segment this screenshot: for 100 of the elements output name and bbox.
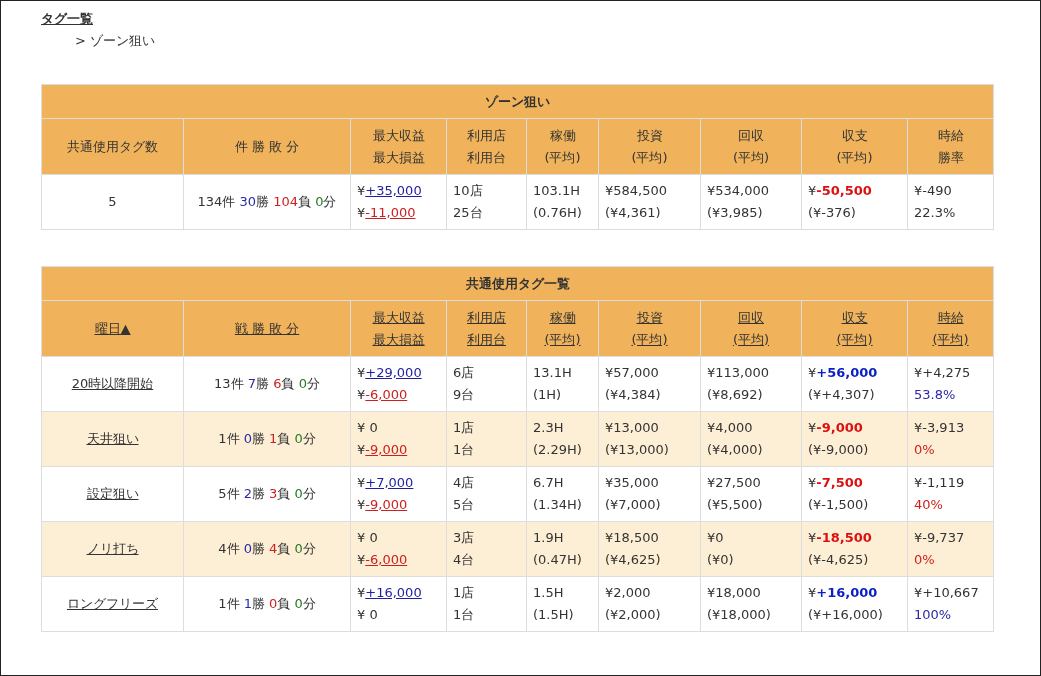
amount-link[interactable]: -9,000 [365, 494, 408, 516]
amount-text: ¥ 0 [357, 419, 378, 437]
currency-sign: ¥ [357, 386, 366, 404]
currency-sign: ¥ [357, 204, 366, 222]
column-header: 回収 (平均) [700, 118, 802, 175]
value-text: 13.1H (1H) [533, 364, 573, 404]
sort-link[interactable]: 戦 勝 敗 分 [234, 317, 300, 340]
hourly-wage: ¥-3,913 [914, 419, 966, 437]
hourly-wage: ¥+10,667 [914, 584, 980, 602]
tag-link[interactable]: 20時以降開始 [71, 376, 154, 391]
tag-link[interactable]: 設定狙い [86, 486, 139, 501]
table-title: 共通使用タグ一覧 [41, 266, 994, 301]
amount-link[interactable]: +16,000 [365, 582, 422, 604]
sort-link[interactable]: 回収 (平均) [732, 306, 770, 351]
amount-link[interactable]: -11,000 [365, 202, 416, 224]
sort-link[interactable]: 最大収益 最大損益 [372, 306, 425, 351]
column-header: 稼働 (平均) [526, 118, 599, 175]
balance-total: ¥-9,000 [808, 419, 864, 437]
amount-link[interactable]: +7,000 [365, 472, 414, 494]
win-rate: 0% [914, 551, 936, 569]
balance-average: (¥-376) [808, 204, 857, 222]
value-text: 1店 1台 [453, 584, 476, 624]
tag-link[interactable]: 天井狙い [86, 431, 139, 446]
value-text: ¥0 (¥0) [707, 529, 735, 569]
record-summary: 1件 1勝 0負 0分 [218, 596, 316, 611]
value-text: ¥4,000 (¥4,000) [707, 419, 764, 459]
hourly-wage: ¥-1,119 [914, 474, 966, 492]
balance-total: ¥-50,500 [808, 182, 873, 200]
balance-average: (¥+16,000) [808, 606, 884, 624]
value-text: ¥2,000 (¥2,000) [605, 584, 662, 624]
balance-average: (¥-9,000) [808, 441, 870, 459]
sort-link[interactable]: 稼働 (平均) [544, 306, 581, 351]
column-header: 収支 (平均) [801, 118, 908, 175]
record-summary: 5件 2勝 3負 0分 [218, 486, 316, 501]
win-rate: 100% [914, 606, 953, 624]
balance-total: ¥-7,500 [808, 474, 864, 492]
value-text: ¥18,000 (¥18,000) [707, 584, 772, 624]
amount-link[interactable]: -6,000 [365, 549, 408, 571]
column-header: 投資 (平均) [598, 118, 701, 175]
value-text: 6.7H (1.34H) [533, 474, 583, 514]
sort-link[interactable]: 利用店 利用台 [467, 306, 506, 351]
win-rate: 53.8% [914, 386, 957, 404]
balance-average: (¥+4,307) [808, 386, 876, 404]
value-text: 1.5H (1.5H) [533, 584, 575, 624]
amount-text: ¥ 0 [357, 606, 378, 624]
record-summary: 13件 7勝 6負 0分 [214, 376, 320, 391]
currency-sign: ¥ [357, 551, 366, 569]
record-summary: 1件 0勝 1負 0分 [218, 431, 316, 446]
value-text: 4店 5台 [453, 474, 476, 514]
column-header: 最大収益 最大損益 [350, 118, 447, 175]
breadcrumb-link[interactable]: タグ一覧 [41, 9, 93, 29]
amount-link[interactable]: -9,000 [365, 439, 408, 461]
sort-link[interactable]: 時給 (平均) [932, 306, 969, 351]
value-text: 1.9H (0.47H) [533, 529, 583, 569]
tag-link[interactable]: ノリ打ち [86, 541, 139, 556]
value-text: ¥18,500 (¥4,625) [605, 529, 662, 569]
tag-count-cell: 5 [41, 174, 184, 230]
record-summary: 4件 0勝 4負 0分 [218, 541, 316, 556]
balance-total: ¥-18,500 [808, 529, 873, 547]
currency-sign: ¥ [357, 364, 366, 382]
sort-link[interactable]: 曜日▲ [94, 317, 131, 340]
breadcrumb-current: > ゾーン狙い [74, 31, 157, 50]
value-text: ¥13,000 (¥13,000) [605, 419, 670, 459]
value-text: 3店 4台 [453, 529, 476, 569]
column-header: 時給 勝率 [907, 118, 994, 175]
value-text: ¥35,000 (¥7,000) [605, 474, 662, 514]
value-text: ¥113,000 (¥8,692) [707, 364, 771, 404]
column-header: 共通使用タグ数 [41, 118, 184, 175]
value-text: 10店 25台 [453, 182, 484, 222]
value-text: 103.1H (0.76H) [533, 182, 583, 222]
amount-link[interactable]: +35,000 [365, 180, 422, 202]
currency-sign: ¥ [357, 182, 366, 200]
balance-total: ¥+56,000 [808, 364, 879, 382]
hourly-wage: ¥-9,737 [914, 529, 966, 547]
value-text: ¥584,500 (¥4,361) [605, 182, 669, 222]
column-header: 件 勝 敗 分 [183, 118, 351, 175]
win-rate: 40% [914, 496, 944, 514]
value-text: 1店 1台 [453, 419, 476, 459]
value-text: 2.3H (2.29H) [533, 419, 583, 459]
sort-link[interactable]: 投資 (平均) [631, 306, 668, 351]
balance-total: ¥+16,000 [808, 584, 879, 602]
amount-link[interactable]: -6,000 [365, 384, 408, 406]
value-text: ¥27,500 (¥5,500) [707, 474, 764, 514]
currency-sign: ¥ [357, 496, 366, 514]
amount-text: ¥ 0 [357, 529, 378, 547]
value-text: ¥534,000 (¥3,985) [707, 182, 771, 222]
tag-link[interactable]: ロングフリーズ [67, 596, 158, 611]
currency-sign: ¥ [357, 474, 366, 492]
amount-link[interactable]: +29,000 [365, 362, 422, 384]
balance-average: (¥-4,625) [808, 551, 870, 569]
column-header: 利用店 利用台 [446, 118, 527, 175]
win-rate: 0% [914, 441, 936, 459]
value-text: 6店 9台 [453, 364, 476, 404]
currency-sign: ¥ [357, 584, 366, 602]
currency-sign: ¥ [357, 441, 366, 459]
hourly-wage: ¥+4,275 [914, 364, 972, 382]
value-text: ¥57,000 (¥4,384) [605, 364, 662, 404]
balance-average: (¥-1,500) [808, 496, 870, 514]
record-summary: 134件 30勝 104負 0分 [197, 194, 337, 209]
sort-link[interactable]: 収支 (平均) [836, 306, 873, 351]
